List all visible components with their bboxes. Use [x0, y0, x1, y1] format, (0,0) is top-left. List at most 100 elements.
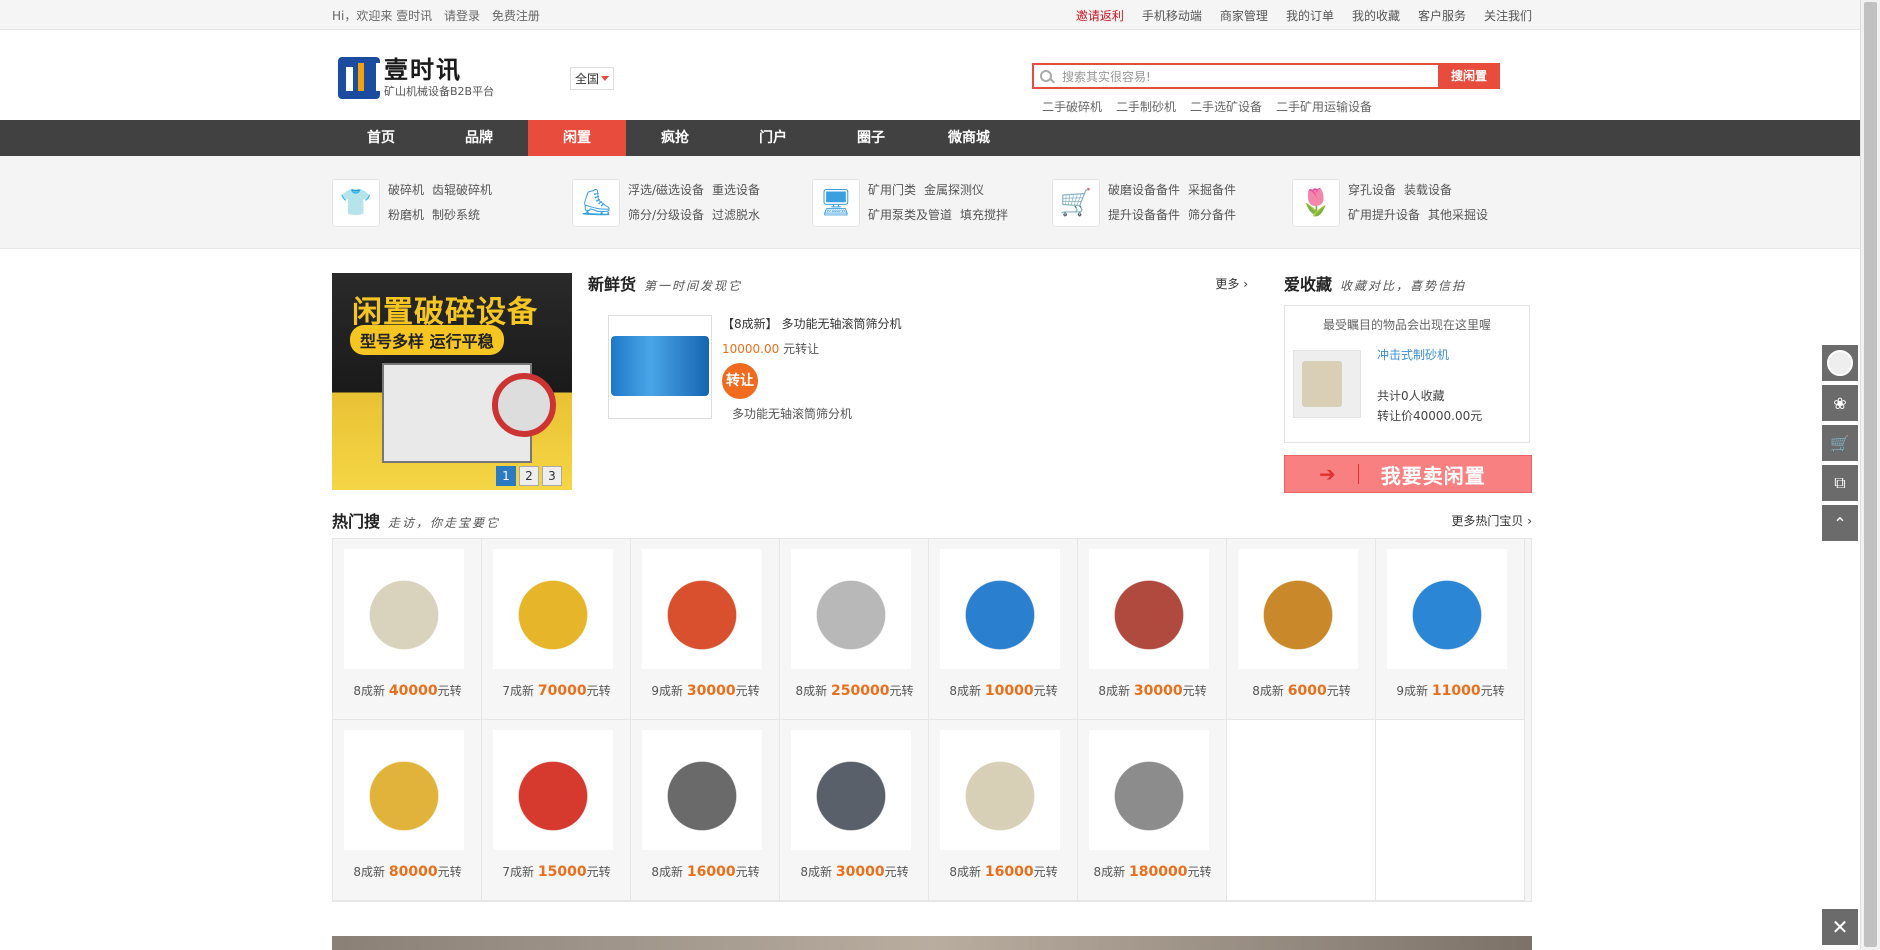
banner-page-dot[interactable]: 2	[519, 466, 539, 486]
promo-banner[interactable]: 闲置破碎设备 型号多样 运行平稳 123	[332, 273, 572, 490]
hot-item[interactable]: 8成新 250000元转	[780, 539, 929, 720]
category-link[interactable]: 其他采掘设	[1428, 208, 1488, 222]
category-link[interactable]: 破磨设备备件	[1108, 183, 1180, 197]
search-button[interactable]: 搜闲置	[1438, 63, 1500, 89]
hot-keyword[interactable]: 二手选矿设备	[1190, 98, 1262, 115]
hot-item[interactable]: 8成新 180000元转	[1078, 720, 1227, 901]
hot-item[interactable]: 7成新 70000元转	[482, 539, 631, 720]
category-link[interactable]: 采掘备件	[1188, 183, 1236, 197]
category-link[interactable]: 筛分备件	[1188, 208, 1236, 222]
hot-item-image[interactable]	[940, 549, 1060, 669]
hot-item-image[interactable]	[344, 549, 464, 669]
category-link[interactable]: 装载设备	[1404, 183, 1452, 197]
region-selector[interactable]: 全国	[570, 67, 615, 90]
nav-item[interactable]: 首页	[332, 120, 430, 156]
hot-item-image[interactable]	[493, 730, 613, 850]
category-link[interactable]: 制砂系统	[432, 208, 480, 222]
fresh-item[interactable]: 【8成新】 多功能无轴滚筒筛分机 10000.00 元转让 转让 多功能无轴滚筒…	[608, 315, 901, 421]
category-link[interactable]: 粉磨机	[388, 208, 424, 222]
hot-item[interactable]: 8成新 80000元转	[333, 720, 482, 901]
hot-item-image[interactable]	[1387, 549, 1507, 669]
sell-idle-button[interactable]: ➔ 我要卖闲置	[1284, 455, 1532, 493]
hot-item[interactable]: 8成新 30000元转	[1078, 539, 1227, 720]
site-logo[interactable]: 壹时讯 矿山机械设备B2B平台	[338, 57, 494, 99]
search-input[interactable]: 搜索其实很容易!	[1032, 63, 1438, 89]
fresh-item-name[interactable]: 【8成新】 多功能无轴滚筒筛分机	[722, 315, 1022, 332]
category-link[interactable]: 重选设备	[712, 183, 760, 197]
hot-item[interactable]: 8成新 30000元转	[780, 720, 929, 901]
hot-item-caption: 8成新 30000元转	[800, 864, 909, 880]
favorite-item-link[interactable]: 冲击式制砂机	[1377, 346, 1449, 363]
hot-more-link[interactable]: 更多热门宝贝 ›	[1451, 512, 1532, 529]
hot-item[interactable]: 7成新 15000元转	[482, 720, 631, 901]
category-link[interactable]: 金属探测仪	[924, 183, 984, 197]
nav-item[interactable]: 微商城	[920, 120, 1018, 156]
back-to-top-icon[interactable]: ⌃	[1822, 505, 1858, 541]
fresh-more-link[interactable]: 更多 ›	[1215, 275, 1248, 292]
hot-item[interactable]: 8成新 10000元转	[929, 539, 1078, 720]
cart-icon[interactable]: 🛒	[1822, 425, 1858, 461]
skater-icon[interactable]: ⛸	[572, 178, 620, 227]
nav-item[interactable]: 闲置	[528, 120, 626, 156]
top-link[interactable]: 商家管理	[1220, 7, 1268, 24]
nav-item[interactable]: 疯抢	[626, 120, 724, 156]
tulip-icon[interactable]: 🌷	[1292, 178, 1340, 227]
top-link[interactable]: 手机移动端	[1142, 7, 1202, 24]
banner-tagline: 型号多样 运行平稳	[350, 325, 504, 355]
category-link[interactable]: 筛分/分级设备	[628, 208, 704, 222]
hot-item-image[interactable]	[791, 549, 911, 669]
hot-keyword[interactable]: 二手制砂机	[1116, 98, 1176, 115]
hot-item-image[interactable]	[1089, 549, 1209, 669]
gift-icon[interactable]: ❀	[1822, 385, 1858, 421]
category-link[interactable]: 矿用泵类及管道	[868, 208, 952, 222]
category-link[interactable]: 穿孔设备	[1348, 183, 1396, 197]
category-link[interactable]: 矿用提升设备	[1348, 208, 1420, 222]
favorite-item-image[interactable]	[1293, 350, 1361, 418]
hot-keyword[interactable]: 二手矿用运输设备	[1276, 98, 1372, 115]
scrollbar[interactable]	[1860, 0, 1880, 950]
banner-page-dot[interactable]: 1	[496, 466, 516, 486]
hot-item-image[interactable]	[1089, 730, 1209, 850]
hot-keyword[interactable]: 二手破碎机	[1042, 98, 1102, 115]
top-link[interactable]: 关注我们	[1484, 7, 1532, 24]
register-link[interactable]: 免费注册	[492, 9, 540, 23]
category-link[interactable]: 浮选/磁选设备	[628, 183, 704, 197]
hot-item-image[interactable]	[344, 730, 464, 850]
hot-item[interactable]: 8成新 16000元转	[631, 720, 780, 901]
avatar-icon[interactable]	[1822, 345, 1858, 381]
category-link[interactable]: 齿辊破碎机	[432, 183, 492, 197]
nav-item[interactable]: 品牌	[430, 120, 528, 156]
banner-page-dot[interactable]: 3	[542, 466, 562, 486]
hot-item-image[interactable]	[642, 549, 762, 669]
tshirt-icon[interactable]: 👕	[332, 178, 380, 227]
hot-item[interactable]: 8成新 6000元转	[1227, 539, 1376, 720]
close-icon[interactable]: ✕	[1822, 909, 1858, 945]
hot-item-image[interactable]	[493, 549, 613, 669]
bottom-banner[interactable]	[332, 936, 1532, 950]
top-link[interactable]: 我的收藏	[1352, 7, 1400, 24]
nav-item[interactable]: 圈子	[822, 120, 920, 156]
top-link[interactable]: 我的订单	[1286, 7, 1334, 24]
hot-item-caption: 8成新 6000元转	[1252, 683, 1351, 699]
monitor-icon[interactable]: 🖥	[812, 178, 860, 227]
hot-item[interactable]: 8成新 16000元转	[929, 720, 1078, 901]
hot-item[interactable]: 9成新 30000元转	[631, 539, 780, 720]
hot-item-image[interactable]	[940, 730, 1060, 850]
fresh-item-image[interactable]	[608, 315, 712, 419]
hot-item[interactable]: 8成新 40000元转	[333, 539, 482, 720]
coupon-icon[interactable]: ⧉	[1822, 465, 1858, 501]
category-link[interactable]: 过滤脱水	[712, 208, 760, 222]
category-link[interactable]: 破碎机	[388, 183, 424, 197]
hot-item-image[interactable]	[1238, 549, 1358, 669]
hot-item-image[interactable]	[642, 730, 762, 850]
stroller-icon[interactable]: 🛒	[1052, 178, 1100, 227]
hot-item-image[interactable]	[791, 730, 911, 850]
category-link[interactable]: 矿用门类	[868, 183, 916, 197]
category-link[interactable]: 提升设备备件	[1108, 208, 1180, 222]
nav-item[interactable]: 门户	[724, 120, 822, 156]
category-link[interactable]: 填充搅拌	[960, 208, 1008, 222]
login-link[interactable]: 请登录	[444, 9, 480, 23]
top-link[interactable]: 邀请返利	[1076, 7, 1124, 24]
top-link[interactable]: 客户服务	[1418, 7, 1466, 24]
hot-item[interactable]: 9成新 11000元转	[1376, 539, 1525, 720]
